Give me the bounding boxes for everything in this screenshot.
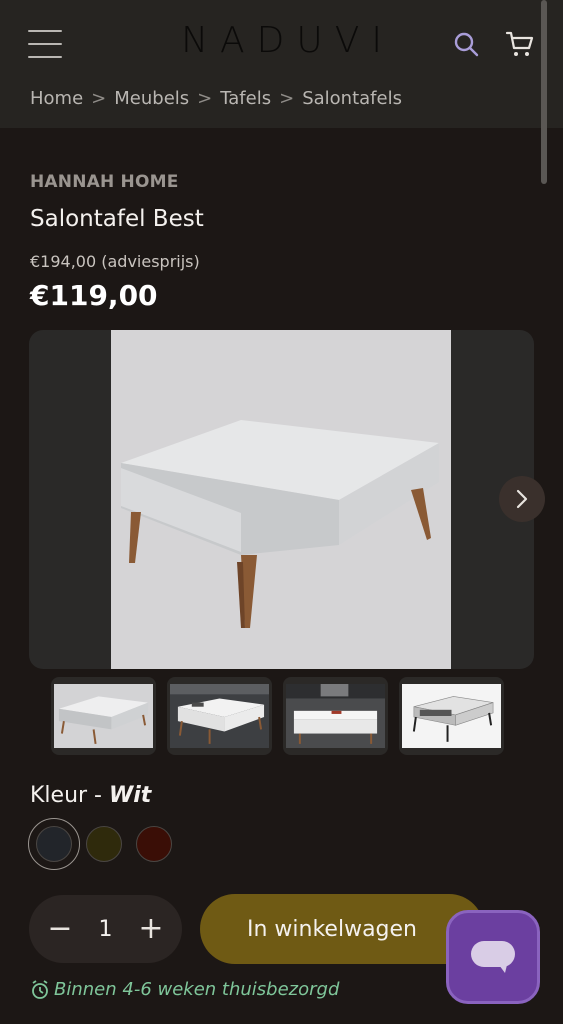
increment-button[interactable]: + [136, 914, 166, 944]
top-bar: NADUVI Home > Meubels > Tafels > Salonta… [0, 0, 563, 128]
color-swatch-wit[interactable] [36, 826, 72, 862]
gallery-thumbnail[interactable] [51, 677, 156, 755]
color-label-prefix: Kleur - [30, 783, 102, 808]
gallery-next-button[interactable] [499, 476, 545, 522]
chat-bubble-icon [471, 941, 515, 973]
breadcrumb-separator: > [197, 88, 213, 109]
product-title: Salontafel Best [30, 206, 204, 232]
breadcrumb-separator: > [91, 88, 107, 109]
old-price: €194,00 (adviesprijs) [30, 252, 200, 271]
chat-widget-button[interactable] [446, 910, 540, 1004]
delivery-info: Binnen 4-6 weken thuisbezorgd [30, 979, 339, 1000]
product-main-image[interactable] [111, 330, 451, 669]
breadcrumb-home[interactable]: Home [30, 88, 83, 109]
quantity-stepper: − 1 + [29, 895, 182, 963]
decrement-button[interactable]: − [45, 914, 75, 944]
breadcrumb-salontafels[interactable]: Salontafels [302, 88, 402, 109]
breadcrumb-separator: > [279, 88, 295, 109]
breadcrumb: Home > Meubels > Tafels > Salontafels [30, 88, 402, 109]
cart-icon[interactable] [505, 29, 535, 59]
gallery-thumbnail[interactable] [167, 677, 272, 755]
alarm-clock-icon [32, 979, 48, 999]
chevron-right-icon [516, 489, 528, 509]
search-icon[interactable] [452, 30, 480, 58]
product-gallery[interactable] [29, 330, 534, 669]
breadcrumb-meubels[interactable]: Meubels [114, 88, 189, 109]
gallery-thumbnail[interactable] [399, 677, 504, 755]
color-swatch-olive[interactable] [86, 826, 122, 862]
gallery-thumbnails [51, 677, 504, 755]
selected-color-name: Wit [109, 783, 152, 808]
quantity-value[interactable]: 1 [99, 917, 113, 942]
gallery-thumbnail[interactable] [283, 677, 388, 755]
color-selector-label: Kleur - Wit [30, 783, 151, 808]
delivery-text: Binnen 4-6 weken thuisbezorgd [54, 979, 340, 1000]
color-swatch-walnut[interactable] [136, 826, 172, 862]
add-to-cart-button[interactable]: In winkelwagen [200, 894, 484, 964]
breadcrumb-tafels[interactable]: Tafels [220, 88, 271, 109]
product-brand[interactable]: HANNAH HOME [30, 172, 179, 192]
current-price: €119,00 [30, 279, 158, 312]
page-scrollbar[interactable] [541, 0, 547, 184]
